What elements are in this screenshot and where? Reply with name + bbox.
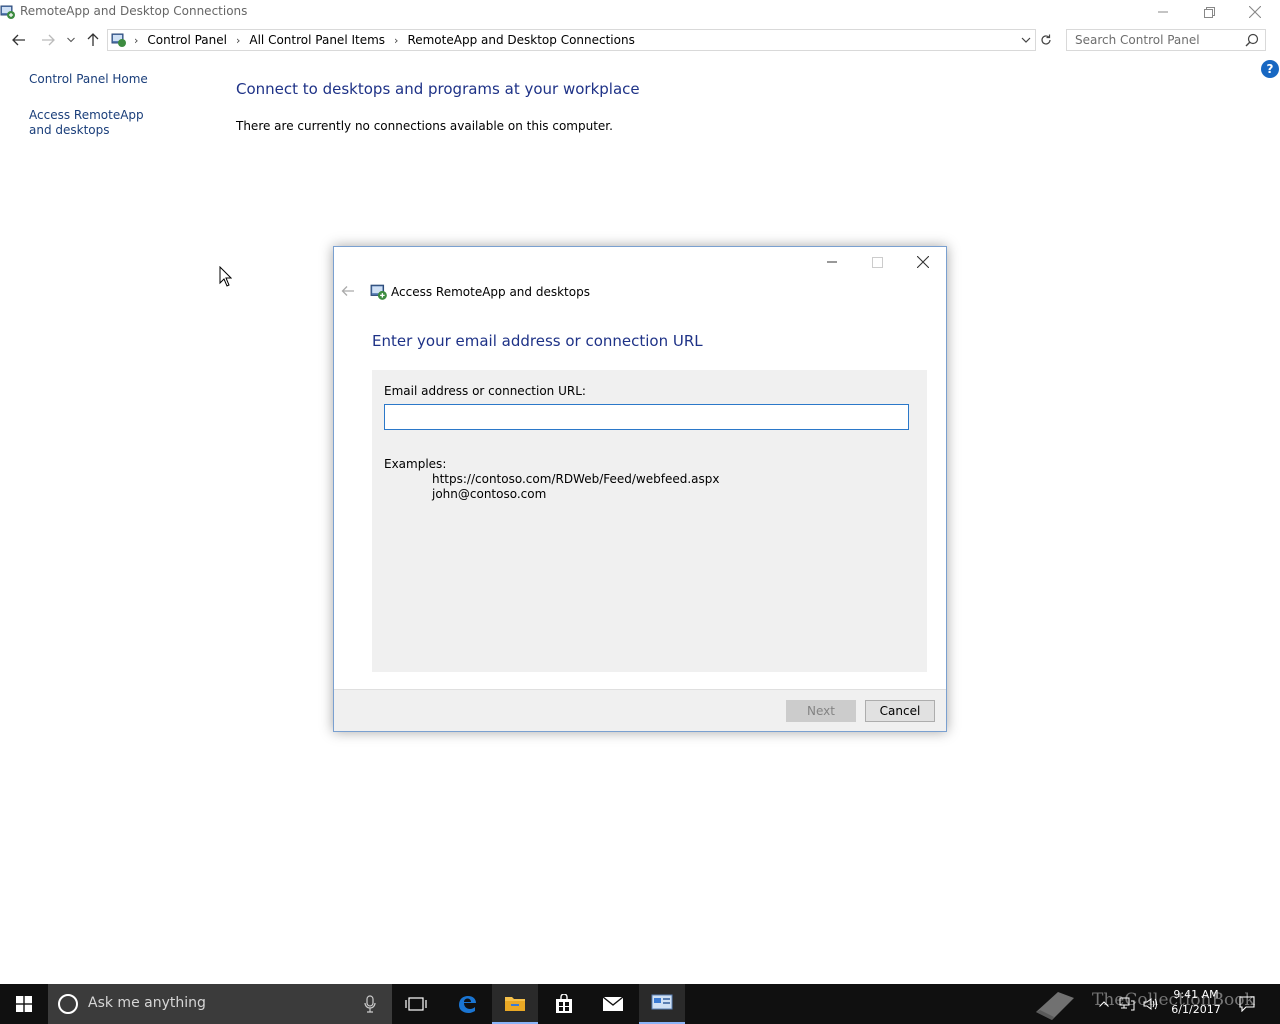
forward-button[interactable] bbox=[37, 30, 59, 50]
address-bar[interactable]: › Control Panel › All Control Panel Item… bbox=[107, 29, 1036, 51]
cancel-button[interactable]: Cancel bbox=[865, 700, 935, 722]
access-remoteapp-link[interactable]: Access RemoteApp and desktops bbox=[29, 108, 169, 138]
action-center-button[interactable] bbox=[1232, 984, 1262, 1024]
next-button[interactable]: Next bbox=[786, 700, 856, 722]
show-hidden-icons-button[interactable] bbox=[1094, 984, 1114, 1024]
taskbar-clock[interactable]: 9:41 AM 6/1/2017 bbox=[1164, 987, 1228, 1017]
close-button[interactable] bbox=[1232, 0, 1278, 24]
control-panel-icon bbox=[111, 33, 126, 47]
folder-icon bbox=[505, 997, 525, 1011]
access-remoteapp-dialog: Access RemoteApp and desktops Enter your… bbox=[333, 246, 947, 732]
breadcrumb: › Control Panel › All Control Panel Item… bbox=[134, 33, 635, 47]
microphone-icon[interactable] bbox=[364, 995, 376, 1013]
mail-taskbar-button[interactable] bbox=[590, 984, 636, 1024]
minimize-button[interactable] bbox=[1140, 0, 1186, 24]
example-url: https://contoso.com/RDWeb/Feed/webfeed.a… bbox=[432, 472, 720, 486]
control-panel-taskbar-button[interactable] bbox=[639, 984, 685, 1024]
dialog-title: Access RemoteApp and desktops bbox=[391, 285, 590, 299]
dialog-maximize-button[interactable] bbox=[862, 249, 892, 275]
tray-decoration bbox=[1030, 984, 1082, 1024]
arrow-right-icon bbox=[42, 34, 55, 46]
chevron-up-icon bbox=[1099, 1001, 1109, 1007]
window-titlebar: RemoteApp and Desktop Connections bbox=[0, 0, 1280, 24]
remoteapp-icon bbox=[0, 5, 15, 19]
help-button[interactable]: ? bbox=[1261, 60, 1279, 78]
task-view-button[interactable] bbox=[394, 984, 438, 1024]
network-button[interactable] bbox=[1116, 984, 1138, 1024]
arrow-up-icon bbox=[87, 33, 99, 46]
notification-icon bbox=[1239, 996, 1255, 1012]
remoteapp-icon bbox=[370, 284, 387, 300]
clock-date: 6/1/2017 bbox=[1171, 1003, 1221, 1016]
volume-button[interactable] bbox=[1140, 984, 1162, 1024]
mail-icon bbox=[602, 996, 624, 1011]
dialog-heading: Enter your email address or connection U… bbox=[372, 332, 703, 350]
example-email: john@contoso.com bbox=[432, 487, 547, 501]
close-icon bbox=[917, 256, 929, 268]
minimize-icon bbox=[827, 261, 837, 263]
control-panel-home-link[interactable]: Control Panel Home bbox=[29, 72, 148, 87]
dialog-close-button[interactable] bbox=[908, 249, 938, 275]
network-icon bbox=[1119, 997, 1135, 1011]
chevron-down-icon bbox=[67, 37, 75, 43]
start-button[interactable] bbox=[0, 984, 48, 1024]
edge-taskbar-button[interactable] bbox=[444, 984, 490, 1024]
search-placeholder: Search Control Panel bbox=[1075, 33, 1200, 47]
breadcrumb-control-panel[interactable]: Control Panel bbox=[147, 33, 227, 47]
dialog-back-icon[interactable] bbox=[340, 283, 356, 299]
recent-locations-button[interactable] bbox=[62, 30, 80, 50]
breadcrumb-remoteapp[interactable]: RemoteApp and Desktop Connections bbox=[407, 33, 634, 47]
maximize-icon bbox=[871, 256, 883, 268]
refresh-button[interactable] bbox=[1038, 30, 1054, 50]
cortana-placeholder: Ask me anything bbox=[88, 995, 206, 1011]
control-panel-icon bbox=[651, 994, 673, 1010]
file-explorer-taskbar-button[interactable] bbox=[492, 984, 538, 1024]
search-icon[interactable] bbox=[1245, 33, 1259, 47]
search-input[interactable]: Search Control Panel bbox=[1066, 29, 1266, 51]
breadcrumb-all-items[interactable]: All Control Panel Items bbox=[249, 33, 385, 47]
breadcrumb-separator-icon[interactable]: › bbox=[236, 34, 240, 47]
edge-icon bbox=[459, 996, 476, 1013]
page-title: Connect to desktops and programs at your… bbox=[236, 80, 640, 98]
breadcrumb-separator-icon[interactable]: › bbox=[394, 34, 398, 47]
cortana-search-box[interactable]: Ask me anything bbox=[48, 984, 392, 1024]
dialog-footer: Next Cancel bbox=[334, 689, 946, 731]
url-field-label: Email address or connection URL: bbox=[384, 384, 586, 398]
arrow-left-icon bbox=[12, 34, 25, 46]
restore-icon bbox=[1203, 6, 1215, 18]
minimize-icon bbox=[1158, 11, 1168, 13]
breadcrumb-separator-icon[interactable]: › bbox=[134, 34, 138, 47]
task-view-icon bbox=[405, 997, 427, 1011]
cortana-icon bbox=[58, 994, 78, 1014]
connection-panel: Email address or connection URL: Example… bbox=[372, 370, 927, 672]
back-button[interactable] bbox=[8, 30, 30, 50]
speaker-icon bbox=[1143, 998, 1157, 1010]
clock-time: 9:41 AM bbox=[1173, 988, 1219, 1001]
dialog-minimize-button[interactable] bbox=[817, 249, 847, 275]
up-button[interactable] bbox=[82, 30, 104, 50]
close-icon bbox=[1249, 6, 1261, 18]
taskbar: Ask me anything TheCollectionBook 9:41 A… bbox=[0, 984, 1280, 1024]
store-icon bbox=[556, 994, 572, 1013]
examples-label: Examples: bbox=[384, 457, 447, 471]
windows-logo-icon bbox=[16, 996, 32, 1012]
no-connections-text: There are currently no connections avail… bbox=[236, 119, 613, 133]
restore-button[interactable] bbox=[1186, 0, 1232, 24]
book-logo-icon bbox=[1036, 992, 1074, 1020]
refresh-icon bbox=[1041, 34, 1051, 45]
mouse-cursor-icon bbox=[219, 266, 232, 287]
window-title: RemoteApp and Desktop Connections bbox=[20, 4, 248, 18]
url-input[interactable] bbox=[384, 404, 909, 430]
address-dropdown-icon[interactable] bbox=[1019, 33, 1033, 47]
store-taskbar-button[interactable] bbox=[541, 984, 587, 1024]
